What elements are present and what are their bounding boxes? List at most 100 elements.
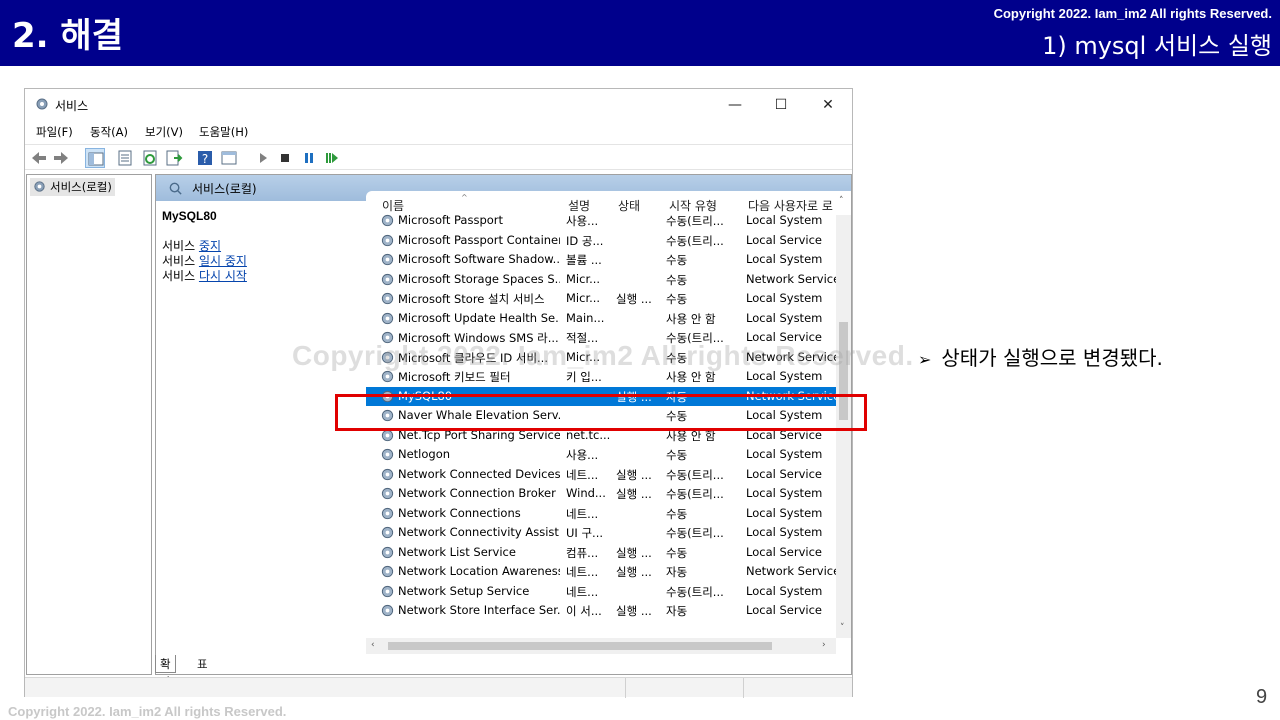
gear-icon [381,273,394,285]
cell-name: Microsoft Update Health Se... [398,310,560,325]
services-gear-icon [36,98,48,110]
menu-file[interactable]: 파일(F) [36,124,73,140]
cell-startup-type: 사용 안 함 [666,311,716,326]
gear-icon [381,468,394,480]
tab-extended[interactable]: 확장 [155,655,176,689]
export-list-icon[interactable] [164,148,184,168]
action-prefix: 서비스 [162,254,199,268]
toolbar: ? [25,144,852,170]
cell-startup-type: 수동(트리... [666,487,724,501]
action-stop: 서비스 중지 [162,239,221,254]
pause-icon[interactable] [299,148,319,168]
pane-header-title: 서비스(로컬) [192,182,257,196]
menu-view[interactable]: 보기(V) [145,124,183,140]
status-divider [625,678,626,698]
console-tree: 서비스(로컬) [26,174,152,675]
table-row[interactable]: Microsoft Store 설치 서비스 Micr... 실행 ... 수동 Loc… [366,289,836,309]
action-prefix: 서비스 [162,239,199,253]
gear-icon [381,487,394,500]
cell-log-on-as: Local System [746,505,823,520]
cell-status: 실행 ... [616,467,652,482]
cell-description: 볼륨 ... [566,253,602,267]
gear-icon [381,604,394,617]
cell-name: Network List Service [398,544,516,559]
table-row[interactable]: Network Connections 네트... 수동 Local System [366,504,836,524]
resume-icon[interactable] [321,148,341,168]
cell-log-on-as: Local System [746,291,823,305]
view-icon[interactable] [219,148,239,168]
gear-icon [381,585,394,597]
gear-icon [381,546,394,558]
scroll-up-icon[interactable]: ˄ [839,196,844,206]
cell-log-on-as: Local Service [746,466,822,481]
table-row[interactable]: Microsoft Storage Spaces S... Micr... 수동 Ne… [366,270,838,290]
refresh-icon[interactable] [140,148,160,168]
highlight-box-mysql80 [335,394,867,431]
tree-item-services-local[interactable]: 서비스(로컬) [30,178,115,196]
scroll-down-icon[interactable]: ˅ [840,623,845,633]
restart-service-link[interactable]: 다시 시작 [199,269,247,283]
cell-startup-type: 수동 [666,272,688,287]
table-row[interactable]: Microsoft Passport 사용... 수동(트리... Local Sys… [366,211,836,231]
pause-service-link[interactable]: 일시 중지 [199,254,247,268]
cell-startup-type: 수동(트리... [666,214,724,228]
svg-text:?: ? [202,152,208,166]
cell-description: 사용... [566,448,599,462]
cell-description: Main... [566,310,605,325]
cell-status: 실행 ... [616,565,652,579]
forward-arrow-icon[interactable] [51,148,71,168]
cell-description: Micr... [566,291,601,305]
table-row[interactable]: Microsoft Software Shadow... 볼륨 ... 수동 Loca… [366,250,836,270]
cell-startup-type: 자동 [666,604,688,618]
cell-name: Microsoft Store 설치 서비스 [398,292,545,306]
gear-icon [381,312,394,324]
table-row[interactable]: Network Connected Devices... 네트... 실행 ... 수… [366,465,836,485]
description-pane: MySQL80 서비스 중지 서비스 일시 중지 서비스 다시 시작 [156,201,366,674]
tab-standard[interactable]: 표준 [193,655,212,689]
close-button[interactable]: ✕ [808,92,848,118]
table-row[interactable]: Microsoft Update Health Se... Main... 사용 안… [366,309,836,329]
stop-service-link[interactable]: 중지 [199,239,221,253]
cell-log-on-as: Local System [746,310,823,325]
scroll-right-icon[interactable]: › [822,640,826,650]
status-bar [25,677,852,698]
cell-startup-type: 수동(트리... [666,584,724,599]
menu-action[interactable]: 동작(A) [90,124,128,140]
cell-log-on-as: Local Service [746,603,822,617]
cell-description: 네트... [566,467,599,482]
minimize-button[interactable]: — [715,92,755,118]
cell-log-on-as: Local System [746,583,823,598]
stop-icon[interactable] [275,148,295,168]
cell-log-on-as: Local System [746,447,823,461]
footer-copyright: Copyright 2022. Iam_im2 All rights Reser… [8,704,287,719]
table-row[interactable]: Network Location Awareness 네트... 실행 ... 자동 N… [366,562,838,582]
gear-icon [381,214,394,227]
properties-icon[interactable] [115,148,135,168]
cell-startup-type: 수동 [666,545,688,560]
status-divider [743,678,744,698]
table-row[interactable]: Netlogon 사용... 수동 Local System [366,445,836,465]
horizontal-scroll-thumb[interactable] [388,642,772,650]
horizontal-scrollbar[interactable]: ‹ › [366,638,836,654]
maximize-button[interactable]: ☐ [761,92,801,118]
slide-subtitle: 1) mysql 서비스 실행 [1042,32,1272,60]
menu-help[interactable]: 도움말(H) [199,124,248,140]
table-row[interactable]: Network Connection Broker Wind... 실행 ... 수동… [366,484,836,504]
back-arrow-icon[interactable] [29,148,49,168]
help-icon[interactable]: ? [195,148,215,168]
gear-icon [381,507,394,519]
console-tree-icon[interactable] [85,148,105,168]
table-row[interactable]: Network Setup Service 네트... 수동(트리... Local … [366,582,836,602]
table-row[interactable]: Network Store Interface Ser... 이 서... 실행 .… [366,601,836,621]
page-number: 9 [1256,686,1268,708]
action-restart: 서비스 다시 시작 [162,269,247,284]
table-row[interactable]: Network List Service 컴퓨... 실행 ... 수동 Local S… [366,543,836,563]
table-row[interactable]: Network Connectivity Assist... UI 구... 수동(… [366,523,836,543]
slide-title: 2. 해결 [12,16,123,56]
table-row[interactable]: Microsoft Passport Container ID 공... 수동(트리… [366,231,836,251]
action-prefix: 서비스 [162,269,199,283]
play-icon[interactable] [253,148,273,168]
scroll-left-icon[interactable]: ‹ [371,640,375,650]
note-text: ➢ 상태가 실행으로 변경됐다. [918,342,1163,371]
gear-icon [381,253,394,266]
